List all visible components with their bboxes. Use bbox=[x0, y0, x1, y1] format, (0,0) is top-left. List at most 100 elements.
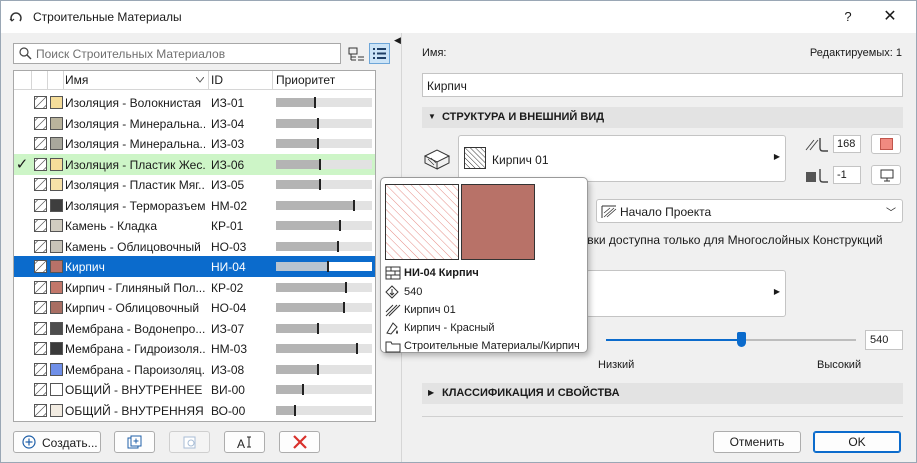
surface-paint-icon bbox=[386, 322, 398, 335]
table-row[interactable]: Кирпич НИ-04 bbox=[14, 256, 375, 277]
row-id: КР-01 bbox=[211, 219, 244, 233]
fill-origin-dropdown[interactable]: Начало Проекта ﹀ bbox=[596, 199, 903, 223]
row-surface-swatch bbox=[50, 116, 63, 130]
column-name-header[interactable]: Имя bbox=[65, 73, 88, 87]
app-icon bbox=[9, 12, 22, 22]
row-priority-marker bbox=[317, 363, 320, 375]
row-fill-swatch bbox=[34, 198, 47, 212]
cut-fill-icon bbox=[423, 149, 451, 170]
table-row[interactable]: Изоляция - Пластик Мяг... ИЗ-05 bbox=[14, 174, 375, 195]
row-priority-bar bbox=[276, 404, 372, 416]
cancel-button[interactable]: Отменить bbox=[713, 431, 801, 453]
table-row[interactable]: Мембрана - Гидроизоля... НМ-03 bbox=[14, 338, 375, 359]
foreground-pen-field[interactable]: 168 bbox=[833, 135, 861, 153]
row-surface-swatch bbox=[50, 157, 63, 171]
sort-chevron-down-icon bbox=[196, 77, 204, 83]
table-header: Имя ID Приоритет bbox=[14, 71, 375, 90]
classification-section-header[interactable]: ▶ КЛАССИФИКАЦИЯ И СВОЙСТВА bbox=[422, 383, 903, 404]
table-row[interactable]: Кирпич - Глиняный Пол... КР-02 bbox=[14, 277, 375, 298]
row-id: КР-02 bbox=[211, 280, 244, 295]
table-row[interactable]: Кирпич - Облицовочный НО-04 bbox=[14, 297, 375, 318]
table-row[interactable]: Камень - Кладка КР-01 bbox=[14, 215, 375, 236]
row-name: Кирпич bbox=[65, 260, 105, 274]
close-button[interactable]: ✕ bbox=[875, 5, 905, 29]
table-row[interactable]: Изоляция - Минеральна... ИЗ-03 bbox=[14, 133, 375, 154]
hatch-swatch bbox=[464, 147, 486, 169]
row-name: Изоляция - Волокнистая ... bbox=[65, 96, 205, 110]
background-pen-field[interactable]: -1 bbox=[833, 166, 861, 184]
background-pen-button[interactable] bbox=[871, 165, 901, 185]
table-row[interactable]: Камень - Облицовочный НО-03 bbox=[14, 236, 375, 257]
tree-view-button[interactable] bbox=[346, 43, 367, 64]
table-row[interactable]: Изоляция - Терморазъем НМ-02 bbox=[14, 195, 375, 216]
row-priority-marker bbox=[314, 97, 317, 108]
monitor-icon bbox=[880, 169, 894, 182]
table-row[interactable]: Мембрана - Пароизоляц... ИЗ-08 bbox=[14, 359, 375, 380]
svg-text:A: A bbox=[237, 437, 245, 450]
row-name: Изоляция - Минеральна... bbox=[65, 137, 205, 151]
row-priority-marker bbox=[352, 199, 355, 211]
column-id-header[interactable]: ID bbox=[211, 73, 223, 87]
row-priority-marker bbox=[343, 302, 346, 313]
tooltip-folder-text: Строительные Материалы/Кирпич bbox=[404, 340, 580, 352]
layered-note: иховки доступна только для Многослойных … bbox=[568, 233, 883, 247]
priority-slider-thumb[interactable] bbox=[736, 332, 746, 347]
table-row[interactable]: Мембрана - Водонепро... ИЗ-07 bbox=[14, 318, 375, 339]
material-name-field[interactable]: Кирпич bbox=[422, 73, 903, 97]
row-id: НМ-03 bbox=[211, 342, 248, 356]
duplicate-button[interactable] bbox=[114, 431, 155, 453]
row-priority-marker bbox=[319, 158, 322, 170]
building-material-icon bbox=[385, 266, 401, 280]
row-priority-bar bbox=[276, 261, 372, 272]
row-priority-bar bbox=[276, 199, 372, 211]
collapse-arrow-icon[interactable]: ◀ bbox=[394, 35, 401, 46]
row-priority-marker bbox=[301, 384, 304, 395]
delete-button[interactable] bbox=[279, 431, 320, 453]
cut-fill-selector[interactable]: Кирпич 01 ▶ bbox=[458, 135, 786, 182]
row-fill-swatch bbox=[34, 239, 47, 253]
row-surface-swatch bbox=[50, 301, 63, 314]
import-button[interactable] bbox=[169, 431, 210, 453]
row-name: Мембрана - Гидроизоля... bbox=[65, 342, 205, 356]
row-id: ИЗ-03 bbox=[211, 137, 245, 151]
row-priority-marker bbox=[294, 404, 297, 416]
row-priority-marker bbox=[317, 138, 320, 149]
row-name: Камень - Облицовочный bbox=[65, 239, 201, 254]
row-priority-marker bbox=[339, 220, 342, 231]
table-row[interactable]: ОБЩИЙ - ВНУТРЕННЯЯ О... ВО-00 bbox=[14, 400, 375, 421]
row-fill-swatch bbox=[34, 219, 47, 232]
priority-slider-fill bbox=[606, 339, 741, 341]
rename-button[interactable]: A bbox=[224, 431, 265, 453]
checkmark-icon[interactable]: ✓ bbox=[14, 155, 30, 173]
background-pen-row: -1 bbox=[805, 165, 905, 186]
column-priority-header[interactable]: Приоритет bbox=[276, 73, 335, 87]
surface-selector[interactable]: ▶ bbox=[586, 270, 786, 317]
row-surface-swatch bbox=[50, 137, 63, 150]
table-row[interactable]: ОБЩИЙ - ВНУТРЕННЕЕ И... ВИ-00 bbox=[14, 379, 375, 400]
ok-button[interactable]: OK bbox=[813, 431, 901, 453]
create-button-label: Создать... bbox=[42, 436, 98, 450]
table-row[interactable]: Изоляция - Волокнистая ... ИЗ-01 bbox=[14, 92, 375, 113]
table-row[interactable]: ✓ Изоляция - Пластик Жес... ИЗ-06 bbox=[14, 153, 375, 175]
foreground-pen-button[interactable] bbox=[871, 134, 901, 154]
create-button[interactable]: Создать... bbox=[13, 431, 101, 453]
row-name: ОБЩИЙ - ВНУТРЕННЯЯ О... bbox=[65, 403, 205, 418]
row-priority-fill bbox=[276, 282, 347, 292]
search-input[interactable]: Поиск Строительных Материалов bbox=[13, 43, 341, 64]
row-priority-fill bbox=[276, 344, 357, 353]
list-view-button[interactable] bbox=[369, 43, 390, 64]
priority-field[interactable]: 540 bbox=[865, 330, 903, 350]
row-fill-swatch bbox=[34, 96, 47, 109]
row-name: Изоляция - Пластик Мяг... bbox=[65, 178, 205, 192]
row-fill-swatch bbox=[34, 321, 47, 335]
priority-low-label: Низкий bbox=[598, 359, 635, 371]
triangle-right-icon: ▶ bbox=[773, 287, 780, 296]
row-priority-marker bbox=[326, 261, 329, 272]
row-priority-marker bbox=[317, 117, 320, 129]
row-name: Кирпич - Глиняный Пол... bbox=[65, 280, 205, 295]
row-id: ИЗ-08 bbox=[211, 362, 245, 377]
row-priority-marker bbox=[319, 179, 322, 190]
help-button[interactable]: ? bbox=[833, 5, 863, 29]
structure-section-header[interactable]: ▼ СТРУКТУРА И ВНЕШНИЙ ВИД bbox=[422, 107, 903, 128]
table-row[interactable]: Изоляция - Минеральна... ИЗ-04 bbox=[14, 113, 375, 134]
